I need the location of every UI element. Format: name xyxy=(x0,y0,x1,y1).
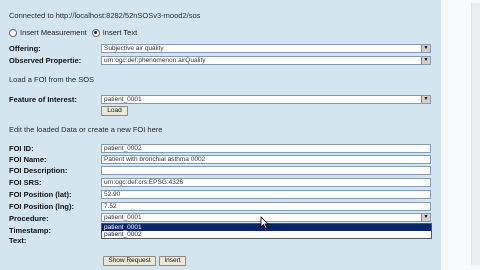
foi-lng-label: FOI Position (lng): xyxy=(9,202,74,211)
chevron-down-icon[interactable]: ▼ xyxy=(421,214,430,221)
foi-id-input[interactable]: patient_0002 xyxy=(101,144,431,153)
offering-label: Offering: xyxy=(9,44,41,53)
procedure-option[interactable]: patient_0002 xyxy=(102,231,431,238)
insert-button[interactable]: Insert xyxy=(159,256,186,266)
timestamp-label: Timestamp: xyxy=(9,226,51,235)
mouse-pointer-icon xyxy=(260,216,269,229)
load-button[interactable]: Load xyxy=(101,106,128,116)
load-foi-section-title: Load a FOI from the SOS xyxy=(9,75,95,84)
insert-text-label: Insert Text xyxy=(102,28,138,37)
foi-srs-input[interactable]: urn:ogc:def:crs:EPSG:4326 xyxy=(101,178,431,187)
observed-property-select[interactable]: urn:ogc:def:phenomenon:airQuality ▼ xyxy=(101,56,431,65)
foi-description-input[interactable] xyxy=(101,166,431,175)
insert-measurement-radio[interactable] xyxy=(9,28,17,37)
insert-measurement-label: Insert Measurement xyxy=(20,28,87,37)
offering-select[interactable]: Subjective air quality ▼ xyxy=(101,44,431,53)
text-label: Text: xyxy=(9,236,27,245)
scrollbar-thumb[interactable] xyxy=(471,3,480,265)
vertical-scrollbar[interactable] xyxy=(441,0,480,270)
foi-name-label: FOI Name: xyxy=(9,155,47,164)
foi-srs-label: FOI SRS: xyxy=(9,178,42,187)
foi-id-label: FOI ID: xyxy=(9,144,34,153)
offering-value: Subjective air quality xyxy=(104,45,164,52)
foi-name-input[interactable]: Patient with bronchial asthma 0002 xyxy=(101,155,431,164)
foi-lng-input[interactable]: 7.52 xyxy=(101,202,431,211)
observed-property-value: urn:ogc:def:phenomenon:airQuality xyxy=(104,57,206,64)
chevron-down-icon[interactable]: ▼ xyxy=(421,57,430,64)
show-request-button[interactable]: Show Request xyxy=(103,256,156,266)
connection-status: Connected to http://localhost:8282/52nSO… xyxy=(9,11,201,20)
observed-property-label: Observed Propertie: xyxy=(9,56,82,65)
edit-foi-section-title: Edit the loaded Data or create a new FOI… xyxy=(9,125,163,134)
chevron-down-icon[interactable]: ▼ xyxy=(421,45,430,52)
sos-client-pane: Connected to http://localhost:8282/52nSO… xyxy=(0,0,441,270)
procedure-label: Procedure: xyxy=(9,214,49,223)
feature-of-interest-label: Feature of Interest: xyxy=(9,95,77,104)
insert-text-radio[interactable] xyxy=(91,28,100,37)
foi-lat-label: FOI Position (lat): xyxy=(9,190,72,199)
foi-lat-input[interactable]: 52.90 xyxy=(101,190,431,199)
procedure-value: patient_0001 xyxy=(104,214,142,221)
foi-description-label: FOI Description: xyxy=(9,166,68,175)
chevron-down-icon[interactable]: ▼ xyxy=(421,96,430,103)
feature-of-interest-select[interactable]: patient_0001 ▼ xyxy=(101,95,431,104)
feature-of-interest-value: patient_0001 xyxy=(104,96,142,103)
mode-radio-group: Insert Measurement Insert Text xyxy=(9,28,137,37)
